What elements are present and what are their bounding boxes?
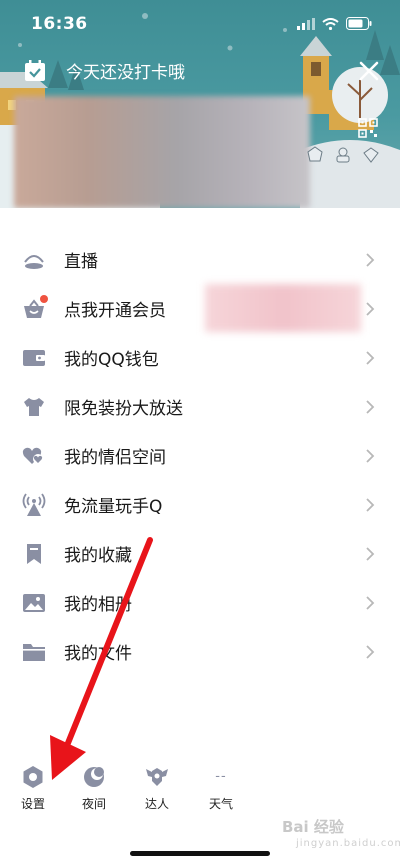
hearts-icon — [22, 444, 46, 468]
close-button[interactable] — [354, 56, 384, 86]
talent-button[interactable]: 达人 — [137, 764, 177, 812]
checkin-reminder[interactable]: 今天还没打卡哦 — [24, 58, 185, 83]
menu-item-album[interactable]: 我的相册 — [0, 578, 400, 627]
chevron-right-icon — [366, 252, 375, 267]
menu-label: 限免装扮大放送 — [64, 399, 183, 419]
wifi-icon — [322, 17, 339, 30]
folder-icon — [22, 640, 46, 664]
home-indicator — [130, 851, 270, 856]
watermark-url: jingyan.baidu.com — [296, 838, 400, 849]
chevron-right-icon — [366, 644, 375, 659]
night-mode-button[interactable]: 夜间 — [74, 764, 114, 812]
qq-side-drawer: 16:36 今天还没打卡哦 直播 点我开通会员 我的QQ钱包 限免装扮大放送 我… — [0, 0, 400, 866]
settings-button[interactable]: 设置 — [13, 764, 53, 812]
notification-dot — [40, 294, 48, 303]
chevron-right-icon — [366, 350, 375, 365]
menu-label: 点我开通会员 — [64, 301, 166, 321]
chevron-right-icon — [366, 546, 375, 561]
menu-item-free-data[interactable]: 免流量玩手Q — [0, 480, 400, 529]
weather-label: 天气 — [208, 797, 233, 811]
drawer-bottom-bar: 设置 夜间 达人 -- 天气 — [0, 764, 400, 824]
menu-label: 直播 — [64, 252, 98, 272]
status-time: 16:36 — [31, 14, 88, 34]
qr-code-icon[interactable] — [358, 118, 378, 138]
live-icon — [22, 248, 46, 272]
chevron-right-icon — [366, 497, 375, 512]
menu-item-dressup[interactable]: 限免装扮大放送 — [0, 382, 400, 431]
badge-1-icon — [307, 146, 323, 162]
weather-button[interactable]: -- 天气 — [201, 764, 241, 812]
chevron-right-icon — [366, 301, 375, 316]
wallet-icon — [22, 346, 46, 370]
menu-item-favorites[interactable]: 我的收藏 — [0, 529, 400, 578]
settings-label: 设置 — [20, 797, 45, 811]
menu-item-couple-space[interactable]: 我的情侣空间 — [0, 431, 400, 480]
settings-icon — [20, 764, 46, 790]
chevron-right-icon — [366, 448, 375, 463]
menu-item-files[interactable]: 我的文件 — [0, 627, 400, 676]
menu-label: 我的文件 — [64, 644, 132, 664]
menu-item-live[interactable]: 直播 — [0, 235, 400, 284]
menu-label: 我的QQ钱包 — [64, 350, 159, 370]
signal-tower-icon — [22, 492, 46, 517]
status-bar: 16:36 — [0, 0, 400, 50]
drawer-menu: 直播 点我开通会员 我的QQ钱包 限免装扮大放送 我的情侣空间 免流量玩手Q 我… — [0, 235, 400, 676]
menu-item-vip[interactable]: 点我开通会员 — [0, 284, 400, 333]
watermark-text: Bai 经验 — [282, 818, 344, 836]
chevron-right-icon — [366, 399, 375, 414]
close-icon — [359, 61, 379, 81]
badge-3-icon — [363, 147, 379, 163]
blurred-profile-info — [14, 96, 310, 208]
checkin-text: 今天还没打卡哦 — [66, 63, 185, 83]
menu-label: 我的情侣空间 — [64, 448, 166, 468]
night-mode-label: 夜间 — [81, 797, 106, 811]
battery-icon — [346, 17, 372, 30]
tshirt-icon — [22, 395, 46, 419]
menu-item-qq-wallet[interactable]: 我的QQ钱包 — [0, 333, 400, 382]
talent-label: 达人 — [144, 797, 169, 811]
calendar-check-icon — [25, 59, 45, 81]
vip-basket-icon — [22, 294, 48, 321]
weather-dash: -- — [215, 769, 227, 784]
moon-icon — [81, 764, 107, 790]
menu-label: 免流量玩手Q — [64, 497, 163, 517]
menu-label: 我的收藏 — [64, 546, 132, 566]
badge-row[interactable] — [306, 146, 380, 164]
signal-icon — [297, 17, 315, 30]
chevron-right-icon — [366, 595, 375, 610]
menu-label: 我的相册 — [64, 595, 132, 615]
badge-2-icon — [336, 147, 350, 163]
talent-icon — [144, 764, 170, 790]
photo-icon — [22, 591, 46, 615]
profile-header: 16:36 今天还没打卡哦 — [0, 0, 400, 208]
bookmark-icon — [22, 542, 46, 566]
